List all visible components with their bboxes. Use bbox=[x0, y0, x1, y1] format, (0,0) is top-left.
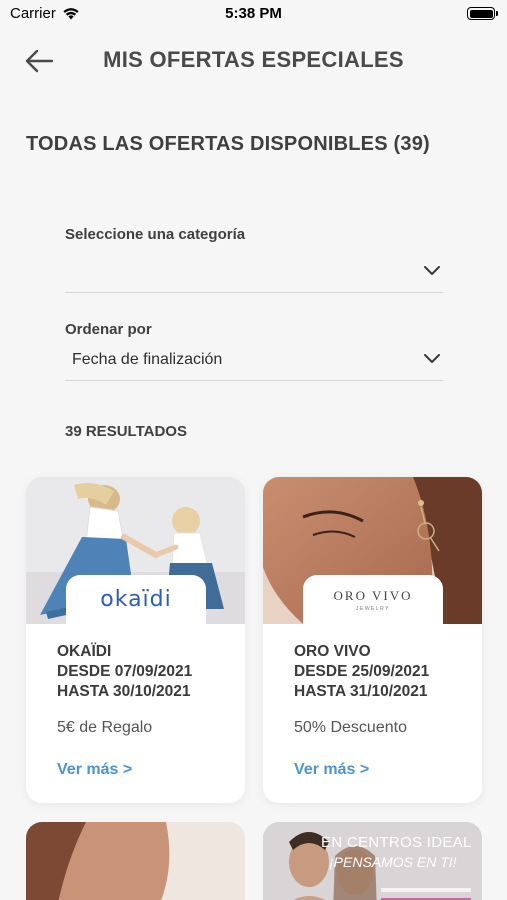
offer-card-okaidi[interactable]: okaïdi OKAÏDI DESDE 07/09/2021 HASTA 30/… bbox=[26, 477, 245, 803]
see-more-link[interactable]: Ver más > bbox=[294, 761, 369, 779]
results-count: 39 RESULTADOS bbox=[65, 423, 187, 440]
offer-details: OKAÏDI DESDE 07/09/2021 HASTA 30/10/2021 bbox=[57, 642, 233, 702]
status-time: 5:38 PM bbox=[225, 5, 282, 22]
battery-icon bbox=[467, 7, 498, 20]
see-more-link[interactable]: Ver más > bbox=[57, 761, 132, 779]
offer-start-date: DESDE 25/09/2021 bbox=[294, 663, 430, 680]
offer-brand: OKAÏDI bbox=[57, 643, 112, 660]
offer-start-date: DESDE 07/09/2021 bbox=[57, 663, 193, 680]
chevron-down-icon bbox=[424, 266, 440, 275]
offer-end-date: HASTA 30/10/2021 bbox=[57, 683, 191, 700]
sort-value: Fecha de finalización bbox=[72, 351, 223, 368]
offer-image: ORO VIVO JEWELRY bbox=[263, 477, 482, 624]
page-title: MIS OFERTAS ESPECIALES bbox=[103, 47, 404, 72]
woman-photo bbox=[26, 822, 245, 900]
sort-filter: Ordenar por Fecha de finalización bbox=[65, 321, 443, 381]
brand-logo-subtext: JEWELRY bbox=[355, 605, 391, 612]
status-bar: Carrier 5:38 PM bbox=[0, 0, 507, 28]
offer-card-partial[interactable] bbox=[26, 822, 245, 900]
brand-logo: ORO VIVO JEWELRY bbox=[303, 575, 443, 624]
offer-description: 5€ de Regalo bbox=[57, 719, 153, 736]
offer-card-oro-vivo[interactable]: ORO VIVO JEWELRY ORO VIVO DESDE 25/09/20… bbox=[263, 477, 482, 803]
banner-subheadline: ¡PENSAMOS EN TI! bbox=[329, 854, 457, 870]
chevron-down-icon bbox=[424, 354, 440, 363]
sort-select[interactable]: Fecha de finalización bbox=[65, 341, 443, 381]
offer-description: 50% Descuento bbox=[294, 719, 407, 736]
offer-end-date: HASTA 31/10/2021 bbox=[294, 683, 428, 700]
offer-details: ORO VIVO DESDE 25/09/2021 HASTA 31/10/20… bbox=[294, 642, 470, 702]
brand-logo: okaïdi bbox=[66, 575, 206, 624]
offer-brand: ORO VIVO bbox=[294, 643, 371, 660]
category-filter: Seleccione una categoría bbox=[65, 226, 443, 293]
offer-image: okaïdi bbox=[26, 477, 245, 624]
section-title: TODAS LAS OFERTAS DISPONIBLES (39) bbox=[26, 133, 430, 155]
category-label: Seleccione una categoría bbox=[65, 226, 246, 243]
nav-bar: MIS OFERTAS ESPECIALES bbox=[0, 30, 507, 90]
brand-logo-text: okaïdi bbox=[100, 587, 172, 612]
banner-headline: EN CENTROS IDEAL bbox=[321, 834, 472, 851]
sort-label: Ordenar por bbox=[65, 321, 152, 338]
offer-card-partial[interactable]: EN CENTROS IDEAL ¡PENSAMOS EN TI! bbox=[263, 822, 482, 900]
category-select[interactable] bbox=[65, 253, 443, 293]
brand-logo-text: ORO VIVO bbox=[333, 587, 413, 603]
